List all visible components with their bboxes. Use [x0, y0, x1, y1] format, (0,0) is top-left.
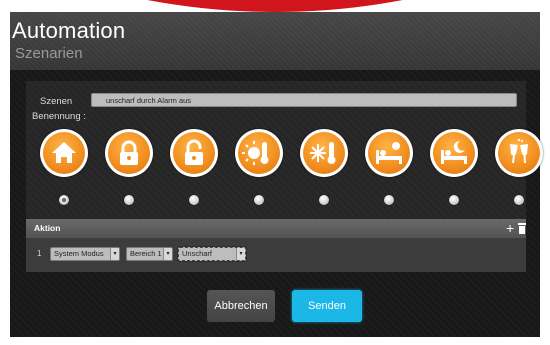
scene-radio-sun[interactable] [254, 195, 264, 205]
lock-open-icon[interactable] [170, 129, 218, 177]
bed-sun-icon[interactable] [365, 129, 413, 177]
scene-radio-snow[interactable] [319, 195, 329, 205]
area-value: Bereich 1 [130, 249, 162, 258]
scene-radio-lock-open[interactable] [189, 195, 199, 205]
chevron-down-icon: ▾ [236, 248, 245, 260]
system-mode-select[interactable]: System Modus ▾ [50, 247, 120, 261]
scene-radio-home[interactable] [59, 195, 69, 205]
action-header: Aktion + [26, 219, 526, 238]
action-title: Aktion [34, 223, 61, 233]
cancel-button[interactable]: Abbrechen [207, 290, 275, 322]
naming-label: Benennung : [32, 111, 86, 122]
automation-panel: Automation Szenarien Szenen Benennung : … [10, 12, 543, 337]
chevron-down-icon: ▾ [110, 248, 119, 260]
scene-label: Szenen [40, 96, 73, 107]
scene-radio-lock-closed[interactable] [124, 195, 134, 205]
scene-form: Szenen Benennung : unscharf durch Alarm … [26, 81, 543, 221]
champagne-glasses-icon[interactable] [495, 129, 543, 177]
state-select[interactable]: Unscharf ▾ [177, 246, 247, 262]
page-header: Automation Szenarien [10, 12, 540, 70]
send-button[interactable]: Senden [292, 290, 362, 322]
home-icon[interactable] [40, 129, 88, 177]
page-subtitle: Szenarien [15, 45, 83, 62]
area-select[interactable]: Bereich 1 ▾ [126, 247, 173, 261]
scene-radio-bed-moon[interactable] [449, 195, 459, 205]
scene-radio-champagne[interactable] [514, 195, 524, 205]
action-row: 1 System Modus ▾ Bereich 1 ▾ Unscharf ▾ [26, 238, 526, 272]
state-value: Unscharf [182, 249, 213, 258]
chevron-down-icon: ▾ [163, 248, 172, 260]
action-section: Aktion + 1 System Modus ▾ Bereich 1 ▾ Un… [26, 219, 526, 273]
brand-red-arc [147, 0, 403, 12]
system-mode-value: System Modus [54, 249, 104, 258]
bed-moon-icon[interactable] [430, 129, 478, 177]
delete-action-icon[interactable] [518, 223, 526, 234]
sun-thermometer-icon[interactable] [235, 129, 283, 177]
snow-thermometer-icon[interactable] [300, 129, 348, 177]
add-action-icon[interactable]: + [506, 221, 514, 235]
action-row-index: 1 [37, 249, 42, 258]
page-title: Automation [12, 18, 126, 43]
scene-radio-bed-sun[interactable] [384, 195, 394, 205]
lock-closed-icon[interactable] [105, 129, 153, 177]
scene-name-input[interactable]: unscharf durch Alarm aus [91, 93, 517, 107]
